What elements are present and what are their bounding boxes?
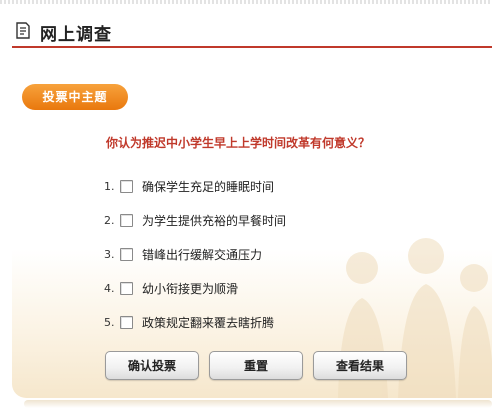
option-number: 1.: [104, 179, 115, 193]
poll-option-5[interactable]: 5. 政策规定翻来覆去瞎折腾: [104, 313, 274, 331]
option-label[interactable]: 幼小衔接更为顺滑: [142, 280, 238, 297]
option-number: 4.: [104, 281, 115, 295]
poll-option-1[interactable]: 1. 确保学生充足的睡眠时间: [104, 177, 274, 195]
option-label[interactable]: 政策规定翻来覆去瞎折腾: [142, 314, 274, 331]
document-icon: [16, 22, 30, 39]
option-checkbox[interactable]: [120, 179, 133, 193]
view-results-button[interactable]: 查看结果: [313, 351, 407, 380]
panel-bottom-shadow: [24, 400, 492, 408]
option-number: 3.: [104, 247, 115, 261]
poll-option-2[interactable]: 2. 为学生提供充裕的早餐时间: [104, 211, 286, 229]
poll-theme-badge: 投票中主题: [22, 84, 128, 110]
option-checkbox[interactable]: [120, 213, 133, 227]
option-label[interactable]: 错峰出行缓解交通压力: [142, 246, 262, 263]
option-label[interactable]: 为学生提供充裕的早餐时间: [142, 212, 286, 229]
poll-option-4[interactable]: 4. 幼小衔接更为顺滑: [104, 279, 238, 297]
poll-question: 你认为推迟中小学生早上上学时间改革有何意义？: [106, 136, 371, 150]
option-label[interactable]: 确保学生充足的睡眠时间: [142, 178, 274, 195]
option-number: 2.: [104, 213, 115, 227]
top-divider: [0, 0, 492, 4]
option-number: 5.: [104, 315, 115, 329]
option-checkbox[interactable]: [120, 315, 133, 329]
survey-panel: [12, 68, 492, 398]
option-checkbox[interactable]: [120, 281, 133, 295]
poll-option-3[interactable]: 3. 错峰出行缓解交通压力: [104, 245, 262, 263]
section-header: 网上调查: [12, 16, 492, 48]
submit-vote-button[interactable]: 确认投票: [105, 351, 199, 380]
reset-button[interactable]: 重置: [209, 351, 303, 380]
option-checkbox[interactable]: [120, 247, 133, 261]
page-title: 网上调查: [40, 25, 112, 45]
